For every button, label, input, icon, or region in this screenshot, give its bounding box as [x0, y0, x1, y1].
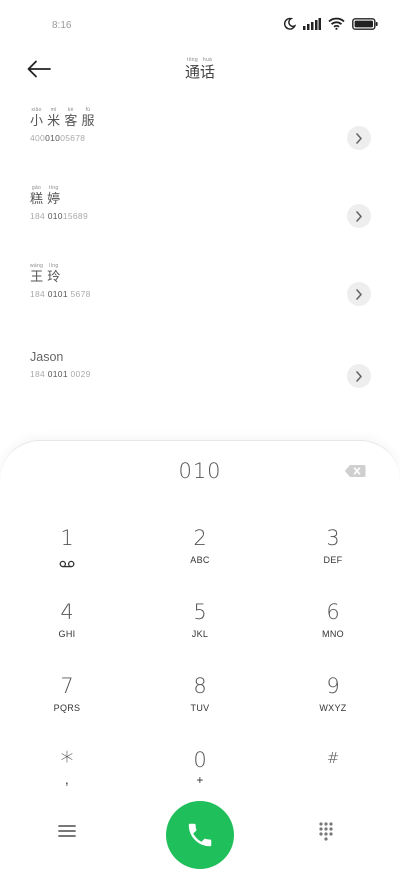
key-9[interactable]: 9 WXYZ: [278, 673, 388, 735]
contact-detail-button[interactable]: [347, 126, 371, 150]
signal-icon: [303, 17, 321, 30]
dialed-number[interactable]: 010: [0, 459, 400, 483]
backspace-icon: [344, 465, 366, 477]
dialpad-toggle-button[interactable]: [318, 821, 342, 845]
title-char: tōng 通: [184, 57, 200, 81]
contact-number: 184 01015689: [30, 211, 88, 221]
contact-number: 184 0101 5678: [30, 289, 91, 299]
menu-icon: [58, 825, 76, 837]
chevron-right-icon: [356, 370, 362, 382]
key-3[interactable]: 3 DEF: [278, 525, 388, 587]
key-6[interactable]: 6 MNO: [278, 599, 388, 661]
call-button[interactable]: [166, 801, 234, 869]
key-1[interactable]: 1: [12, 525, 122, 587]
contact-name: Jason: [30, 350, 64, 364]
chevron-right-icon: [356, 210, 362, 222]
contact-row[interactable]: xiǎo 小 mǐ 米 kè 客 fú 服 40001005678: [30, 108, 375, 168]
title-char: huà 话: [200, 57, 216, 81]
key-0[interactable]: 0 +: [145, 747, 255, 809]
contact-row[interactable]: gāo 糕 tíng 婷 184 01015689: [30, 186, 375, 246]
page-title: tōng 通 huà 话: [0, 58, 400, 81]
number-match: 010: [47, 211, 63, 221]
dialpad-panel: 010 1 2 ABC 3 DEF 4 GHI 5 JKL 6 MNO 7 PQ…: [0, 440, 400, 889]
status-time: 8:16: [52, 20, 72, 31]
status-icons: [283, 17, 378, 30]
header: tōng 通 huà 话: [0, 50, 400, 90]
contact-name: xiǎo 小 mǐ 米 kè 客 fú 服: [30, 107, 95, 129]
chevron-right-icon: [356, 132, 362, 144]
menu-button[interactable]: [58, 823, 82, 847]
key-4[interactable]: 4 GHI: [12, 599, 122, 661]
contact-detail-button[interactable]: [347, 364, 371, 388]
dialpad-grid-icon: [319, 822, 333, 841]
key-2[interactable]: 2 ABC: [145, 525, 255, 587]
contact-row[interactable]: Jason 184 0101 0029: [30, 350, 375, 410]
delete-button[interactable]: [344, 463, 368, 479]
contact-detail-button[interactable]: [347, 282, 371, 306]
key-hash[interactable]: #: [278, 745, 388, 807]
wifi-icon: [328, 17, 345, 30]
contact-name: gāo 糕 tíng 婷: [30, 185, 61, 207]
contact-name: wáng 王 líng 玲: [30, 263, 61, 285]
key-5[interactable]: 5 JKL: [145, 599, 255, 661]
contact-number: 40001005678: [30, 133, 86, 143]
voicemail-icon: [59, 560, 75, 568]
status-bar: 8:16: [0, 0, 400, 50]
do-not-disturb-icon: [283, 17, 296, 30]
key-7[interactable]: 7 PQRS: [12, 673, 122, 735]
number-match: 010: [45, 133, 61, 143]
key-8[interactable]: 8 TUV: [145, 673, 255, 735]
contact-detail-button[interactable]: [347, 204, 371, 228]
battery-icon: [352, 17, 378, 30]
number-match: 0101: [47, 369, 68, 379]
contact-number: 184 0101 0029: [30, 369, 91, 379]
phone-icon: [188, 823, 212, 847]
contact-row[interactable]: wáng 王 líng 玲 184 0101 5678: [30, 264, 375, 324]
chevron-right-icon: [356, 288, 362, 300]
number-match: 0101: [47, 289, 68, 299]
key-star[interactable]: * ,: [12, 749, 122, 813]
